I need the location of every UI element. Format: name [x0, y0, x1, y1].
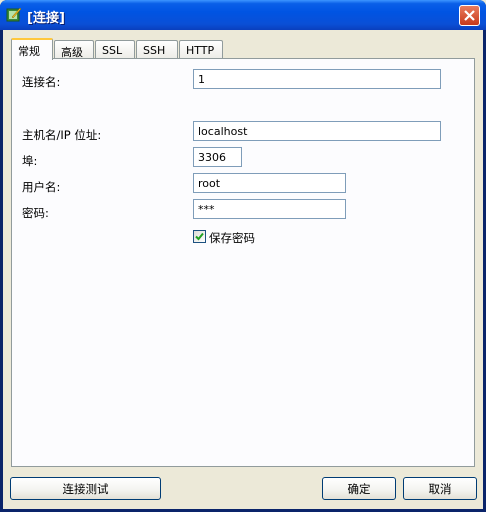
tab-label: HTTP: [186, 44, 215, 57]
password-input[interactable]: [193, 199, 346, 219]
tab-ssl[interactable]: SSL: [95, 40, 135, 59]
username-label: 用户名:: [22, 180, 61, 194]
window-title: [连接]: [27, 11, 65, 26]
connection-dialog: [连接] 常规 高级 SSL SSH HTTP 连接名: 主机名/IP 位址: …: [0, 0, 486, 512]
port-label: 埠:: [22, 154, 38, 168]
save-password-checkbox[interactable]: [193, 230, 206, 243]
tab-label: SSH: [143, 44, 166, 57]
password-label: 密码:: [22, 206, 49, 220]
save-password-label[interactable]: 保存密码: [209, 230, 255, 246]
tab-http[interactable]: HTTP: [179, 40, 223, 59]
checkmark-icon: [195, 232, 204, 241]
host-input[interactable]: [193, 121, 441, 141]
tab-general[interactable]: 常规: [11, 38, 53, 60]
host-label: 主机名/IP 位址:: [22, 128, 102, 142]
tab-label: SSL: [102, 44, 123, 57]
port-input[interactable]: [193, 147, 242, 167]
tab-advanced[interactable]: 高级: [54, 40, 94, 59]
title-bar[interactable]: [连接]: [0, 0, 486, 30]
connection-name-label: 连接名:: [22, 75, 61, 89]
connection-name-input[interactable]: [193, 69, 441, 89]
username-input[interactable]: [193, 173, 346, 193]
general-panel: 连接名: 主机名/IP 位址: 埠: 用户名: 密码: 保存密码: [11, 58, 475, 467]
tab-ssh[interactable]: SSH: [136, 40, 178, 59]
close-button[interactable]: [459, 5, 480, 26]
cancel-button[interactable]: 取消: [403, 477, 477, 500]
close-icon: [464, 10, 475, 21]
dialog-body: 常规 高级 SSL SSH HTTP 连接名: 主机名/IP 位址: 埠: 用户…: [3, 30, 483, 509]
connection-icon: [6, 7, 22, 22]
tab-label: 常规: [18, 45, 40, 58]
test-connection-button[interactable]: 连接测试: [10, 477, 161, 500]
ok-button[interactable]: 确定: [322, 477, 396, 500]
